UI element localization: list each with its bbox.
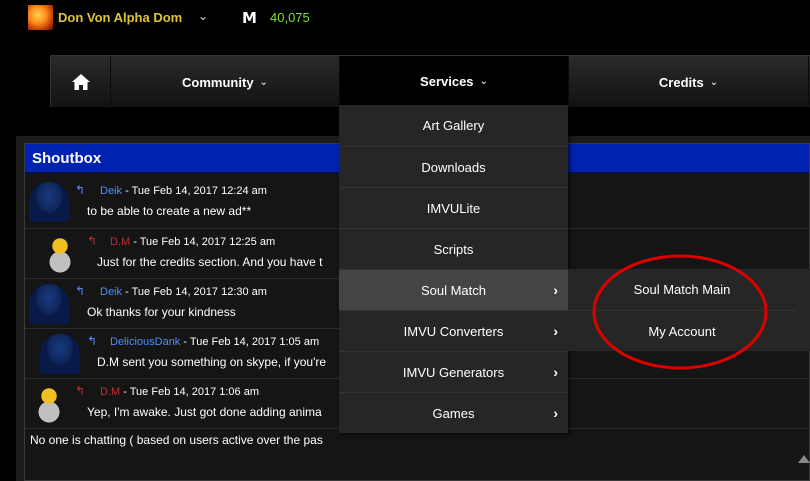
soul-match-submenu: Soul Match Main My Account [568, 269, 810, 351]
nav-services-label: Services [420, 73, 474, 89]
avatar[interactable] [29, 284, 69, 324]
chat-status: No one is chatting ( based on users acti… [30, 433, 323, 447]
avatar[interactable] [29, 182, 69, 222]
shout-text: Yep, I'm awake. Just got done adding ani… [87, 405, 322, 419]
chevron-right-icon: › [553, 282, 558, 298]
top-bar: Don Von Alpha Dom ⌄ M 40,075 [0, 0, 810, 36]
credits-amount: 40,075 [270, 10, 310, 25]
shout-time: Tue Feb 14, 2017 12:24 am [131, 185, 267, 197]
chevron-right-icon: › [553, 323, 558, 339]
services-dropdown: Art Gallery Downloads IMVULite Scripts S… [339, 105, 568, 433]
chevron-down-icon: ⌄ [479, 75, 488, 87]
shout-time: Tue Feb 14, 2017 12:25 am [139, 236, 276, 248]
reply-icon[interactable]: ↰ [75, 183, 85, 197]
menu-item-imvu-converters[interactable]: IMVU Converters › [339, 310, 568, 351]
shout-time: Tue Feb 14, 2017 12:30 am [131, 286, 267, 298]
menu-item-downloads[interactable]: Downloads [339, 146, 568, 187]
nav-services[interactable]: Services ⌄ [340, 56, 569, 106]
shout-author[interactable]: D.M [110, 236, 130, 248]
menu-item-imvu-generators[interactable]: IMVU Generators › [339, 351, 568, 392]
nav-credits-label: Credits [658, 74, 704, 90]
username[interactable]: Don Von Alpha Dom [58, 10, 182, 25]
reply-icon[interactable]: ↰ [87, 334, 97, 348]
shoutbox-title: Shoutbox [32, 150, 102, 167]
main-nav: Community ⌄ Services ⌄ Credits ⌄ [50, 55, 810, 108]
shout-author[interactable]: Deik [100, 286, 122, 298]
chevron-right-icon: › [553, 405, 558, 421]
nav-community-label: Community [182, 74, 254, 90]
reply-icon[interactable]: ↰ [75, 384, 85, 398]
menu-item-games[interactable]: Games › [339, 392, 568, 433]
chevron-right-icon: › [553, 364, 558, 380]
shout-text: Ok thanks for your kindness [87, 305, 236, 319]
chevron-down-icon[interactable]: ⌄ [198, 9, 208, 23]
shout-text: to be able to create a new ad** [87, 204, 252, 218]
scroll-up-icon[interactable] [798, 455, 810, 463]
shout-time: Tue Feb 14, 2017 1:06 am [129, 386, 259, 398]
menu-item-imvulite[interactable]: IMVULite [339, 187, 568, 228]
avatar[interactable] [40, 234, 80, 274]
menu-item-art-gallery[interactable]: Art Gallery [339, 105, 568, 146]
submenu-item-soul-match-main[interactable]: Soul Match Main [568, 269, 796, 310]
shout-time: Tue Feb 14, 2017 1:05 am [189, 336, 320, 348]
shout-text: Just for the credits section. And you ha… [97, 255, 323, 269]
submenu-item-my-account[interactable]: My Account [568, 310, 796, 351]
menu-item-soul-match[interactable]: Soul Match › [339, 269, 568, 310]
shout-author[interactable]: DeliciousDank [110, 336, 180, 348]
shout-author[interactable]: D.M [100, 386, 120, 398]
chevron-down-icon: ⌄ [259, 76, 268, 88]
menu-item-scripts[interactable]: Scripts [339, 228, 568, 269]
shout-text: D.M sent you something on skype, if you'… [97, 355, 327, 369]
credits-icon: M [242, 9, 257, 27]
reply-icon[interactable]: ↰ [87, 234, 97, 248]
home-icon [71, 74, 90, 90]
shout-author[interactable]: Deik [100, 185, 122, 197]
chevron-down-icon: ⌄ [709, 76, 719, 88]
avatar[interactable] [29, 384, 69, 424]
nav-credits[interactable]: Credits ⌄ [569, 56, 809, 108]
user-avatar[interactable] [28, 5, 53, 30]
reply-icon[interactable]: ↰ [75, 284, 85, 298]
avatar[interactable] [40, 334, 80, 374]
nav-community[interactable]: Community ⌄ [111, 56, 340, 108]
nav-home[interactable] [51, 56, 111, 108]
